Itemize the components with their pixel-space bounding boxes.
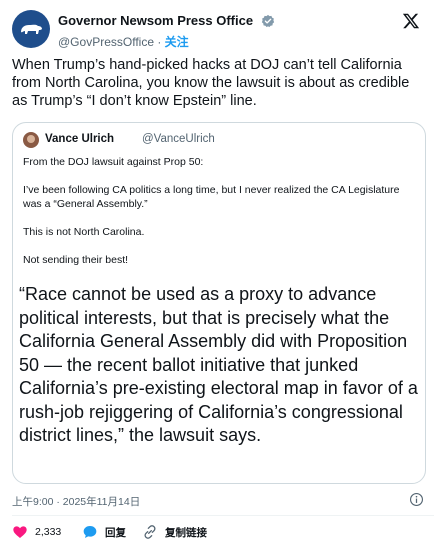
heart-icon	[13, 526, 27, 538]
like-count: 2,333	[35, 526, 62, 538]
quoted-paragraph: I’ve been following CA politics a long t…	[23, 184, 400, 210]
quoted-paragraph: From the DOJ lawsuit against Prop 50:	[23, 156, 204, 168]
copy-link-button[interactable]: 复制链接	[142, 524, 207, 540]
author-handle[interactable]: @GovPressOffice	[58, 35, 154, 49]
handle-separator: ·	[154, 35, 165, 49]
tweet-timestamp[interactable]: 上午9:00 · 2025年11月14日	[12, 494, 140, 509]
copy-link-label: 复制链接	[165, 526, 207, 539]
quoted-text: From the DOJ lawsuit against Prop 50: I’…	[23, 155, 418, 281]
reply-label: 回复	[105, 526, 126, 539]
quoted-avatar	[23, 132, 39, 148]
avatar[interactable]	[12, 10, 50, 48]
verified-badge-icon	[261, 14, 274, 27]
quoted-display-name: Vance Ulrich	[45, 133, 115, 145]
info-icon[interactable]	[409, 492, 424, 507]
like-button[interactable]: 2,333	[12, 524, 61, 540]
reply-bubble-icon	[83, 526, 97, 538]
tweet-header: Governor Newsom Press Office @GovPressOf…	[12, 8, 422, 50]
author-display-name[interactable]: Governor Newsom Press Office	[58, 13, 253, 28]
link-icon	[144, 525, 156, 539]
x-logo-icon[interactable]	[402, 12, 420, 30]
tweet-text: When Trump’s hand-picked hacks at DOJ ca…	[12, 57, 410, 109]
bear-flag-icon	[21, 24, 42, 34]
quoted-tweet[interactable]: Vance Ulrich @VanceUlrich From the DOJ l…	[12, 122, 426, 484]
follow-button[interactable]: 关注	[165, 35, 189, 49]
quoted-paragraph: This is not North Carolina.	[23, 226, 145, 238]
divider	[12, 515, 434, 516]
author-info: Governor Newsom Press Office @GovPressOf…	[58, 12, 275, 50]
quoted-paragraph: Not sending their best!	[23, 254, 129, 266]
quoted-handle: @VanceUlrich	[142, 133, 215, 145]
reply-button[interactable]: 回复	[82, 524, 126, 540]
quoted-lawsuit-excerpt: “Race cannot be used as a proxy to advan…	[19, 284, 418, 445]
